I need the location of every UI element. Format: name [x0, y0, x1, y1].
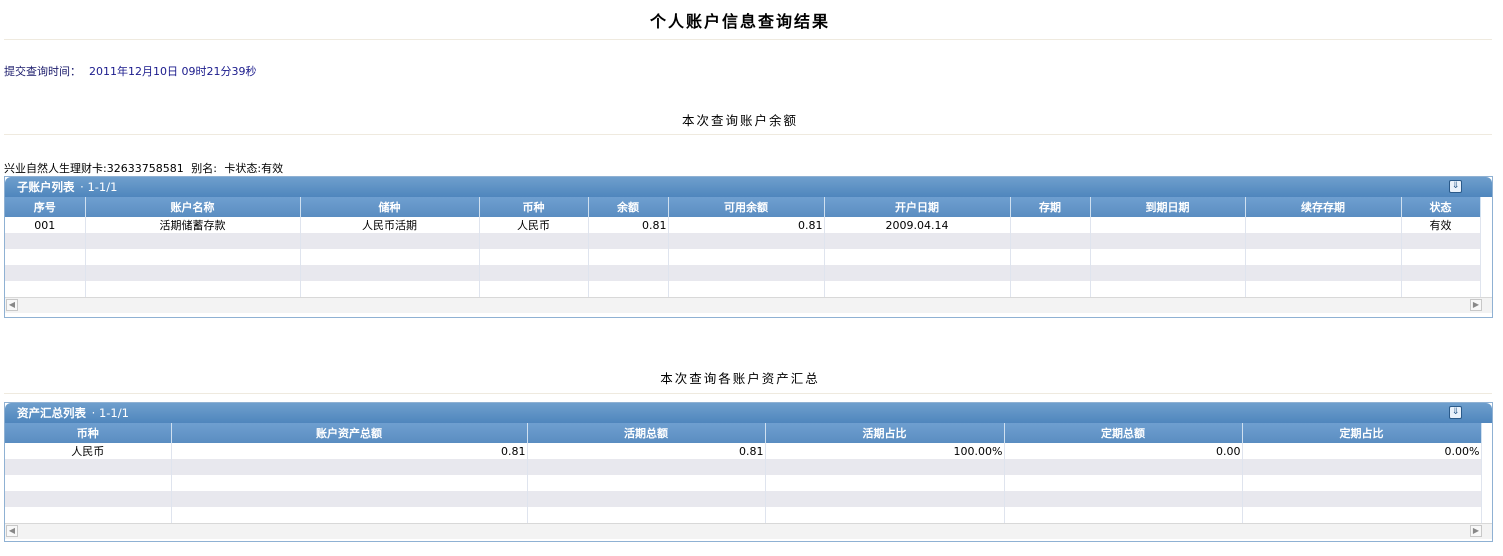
alias-label: 别名: — [191, 162, 217, 175]
table-cell — [1245, 217, 1402, 233]
asset-summary-panel-header: 资产汇总列表 · 1-1/1 ⇓ — [5, 403, 1492, 423]
table-row[interactable]: 001 活期储蓄存款 人民币活期 人民币 0.81 0.81 2009.04.1… — [5, 217, 1481, 233]
chevron-double-down-icon[interactable]: ⇓ — [1449, 180, 1462, 193]
empty-row — [5, 491, 1482, 507]
table-cell: 人民币 — [5, 443, 172, 459]
asset-summary-panel-title: 资产汇总列表 — [17, 406, 86, 420]
table-cell: 0.81 — [668, 217, 825, 233]
table-cell — [1010, 217, 1091, 233]
empty-row — [5, 281, 1481, 297]
column-header[interactable]: 币种 — [5, 423, 172, 443]
balance-section-title: 本次查询账户余额 — [681, 113, 798, 128]
empty-row — [5, 249, 1481, 265]
table-cell: 0.00 — [1004, 443, 1243, 459]
scroll-left-icon[interactable]: ◀ — [6, 525, 18, 537]
column-header[interactable]: 开户日期 — [824, 197, 1011, 217]
empty-row — [5, 475, 1482, 491]
column-header[interactable]: 序号 — [5, 197, 86, 217]
summary-divider — [4, 393, 1492, 394]
table-cell: 有效 — [1401, 217, 1481, 233]
asset-summary-table: 币种 账户资产总额 活期总额 活期占比 定期总额 定期占比 人民币 0.81 0… — [5, 423, 1482, 523]
table-header-row: 序号 账户名称 储种 币种 余额 可用余额 开户日期 存期 到期日期 续存存期 … — [5, 197, 1481, 217]
title-divider — [4, 39, 1492, 40]
column-header[interactable]: 存期 — [1010, 197, 1091, 217]
submit-time-value: 2011年12月10日 09时21分39秒 — [89, 65, 257, 78]
sub-account-panel-title: 子账户列表 — [17, 180, 75, 194]
submit-time-line: 提交查询时间： 2011年12月10日 09时21分39秒 — [4, 63, 256, 79]
card-info: 兴业自然人生理财卡:32633758581 别名: 卡状态:有效 — [4, 160, 287, 176]
table-cell: 100.00% — [765, 443, 1005, 459]
table-cell: 2009.04.14 — [824, 217, 1011, 233]
sub-account-panel: 子账户列表 · 1-1/1 ⇓ 序号 账户名称 储种 币种 余额 可用余额 开户… — [4, 176, 1493, 318]
column-header[interactable]: 活期总额 — [527, 423, 766, 443]
scroll-left-icon[interactable]: ◀ — [6, 299, 18, 311]
empty-row — [5, 507, 1482, 523]
column-header[interactable]: 账户资产总额 — [171, 423, 528, 443]
column-header[interactable]: 定期总额 — [1004, 423, 1243, 443]
column-header[interactable]: 到期日期 — [1090, 197, 1246, 217]
column-header[interactable]: 币种 — [479, 197, 589, 217]
summary-section-title: 本次查询各账户资产汇总 — [660, 371, 820, 386]
sub-account-panel-header: 子账户列表 · 1-1/1 ⇓ — [5, 177, 1492, 197]
asset-summary-panel: 资产汇总列表 · 1-1/1 ⇓ 币种 账户资产总额 活期总额 活期占比 定期总… — [4, 402, 1493, 542]
asset-summary-panel-count: · 1-1/1 — [91, 406, 129, 420]
balance-divider — [4, 134, 1492, 135]
table-cell: 001 — [5, 217, 86, 233]
column-header[interactable]: 定期占比 — [1242, 423, 1482, 443]
table-cell: 0.00% — [1242, 443, 1482, 459]
page-title: 个人账户信息查询结果 — [649, 12, 830, 31]
scroll-right-icon[interactable]: ▶ — [1470, 525, 1482, 537]
sub-account-panel-count: · 1-1/1 — [80, 180, 118, 194]
horizontal-scrollbar[interactable]: ◀ ▶ — [5, 523, 1492, 539]
table-cell: 人民币 — [479, 217, 589, 233]
column-header[interactable]: 续存存期 — [1245, 197, 1402, 217]
table-cell: 人民币活期 — [300, 217, 480, 233]
column-header[interactable]: 储种 — [300, 197, 480, 217]
horizontal-scrollbar[interactable]: ◀ ▶ — [5, 297, 1492, 313]
column-header[interactable]: 状态 — [1401, 197, 1481, 217]
empty-row — [5, 459, 1482, 475]
scroll-right-icon[interactable]: ▶ — [1470, 299, 1482, 311]
table-header-row: 币种 账户资产总额 活期总额 活期占比 定期总额 定期占比 — [5, 423, 1482, 443]
column-header[interactable]: 可用余额 — [668, 197, 825, 217]
table-cell: 0.81 — [527, 443, 766, 459]
column-header[interactable]: 活期占比 — [765, 423, 1005, 443]
table-cell — [1090, 217, 1246, 233]
sub-account-table: 序号 账户名称 储种 币种 余额 可用余额 开户日期 存期 到期日期 续存存期 … — [5, 197, 1481, 297]
submit-time-label: 提交查询时间： — [4, 65, 81, 78]
card-description: 兴业自然人生理财卡:32633758581 — [4, 162, 184, 175]
empty-row — [5, 233, 1481, 249]
chevron-double-down-icon[interactable]: ⇓ — [1449, 406, 1462, 419]
card-status: 卡状态:有效 — [224, 162, 284, 175]
table-cell: 活期储蓄存款 — [85, 217, 301, 233]
column-header[interactable]: 余额 — [588, 197, 669, 217]
table-cell: 0.81 — [171, 443, 528, 459]
column-header[interactable]: 账户名称 — [85, 197, 301, 217]
empty-row — [5, 265, 1481, 281]
table-row[interactable]: 人民币 0.81 0.81 100.00% 0.00 0.00% — [5, 443, 1482, 459]
table-cell: 0.81 — [588, 217, 669, 233]
